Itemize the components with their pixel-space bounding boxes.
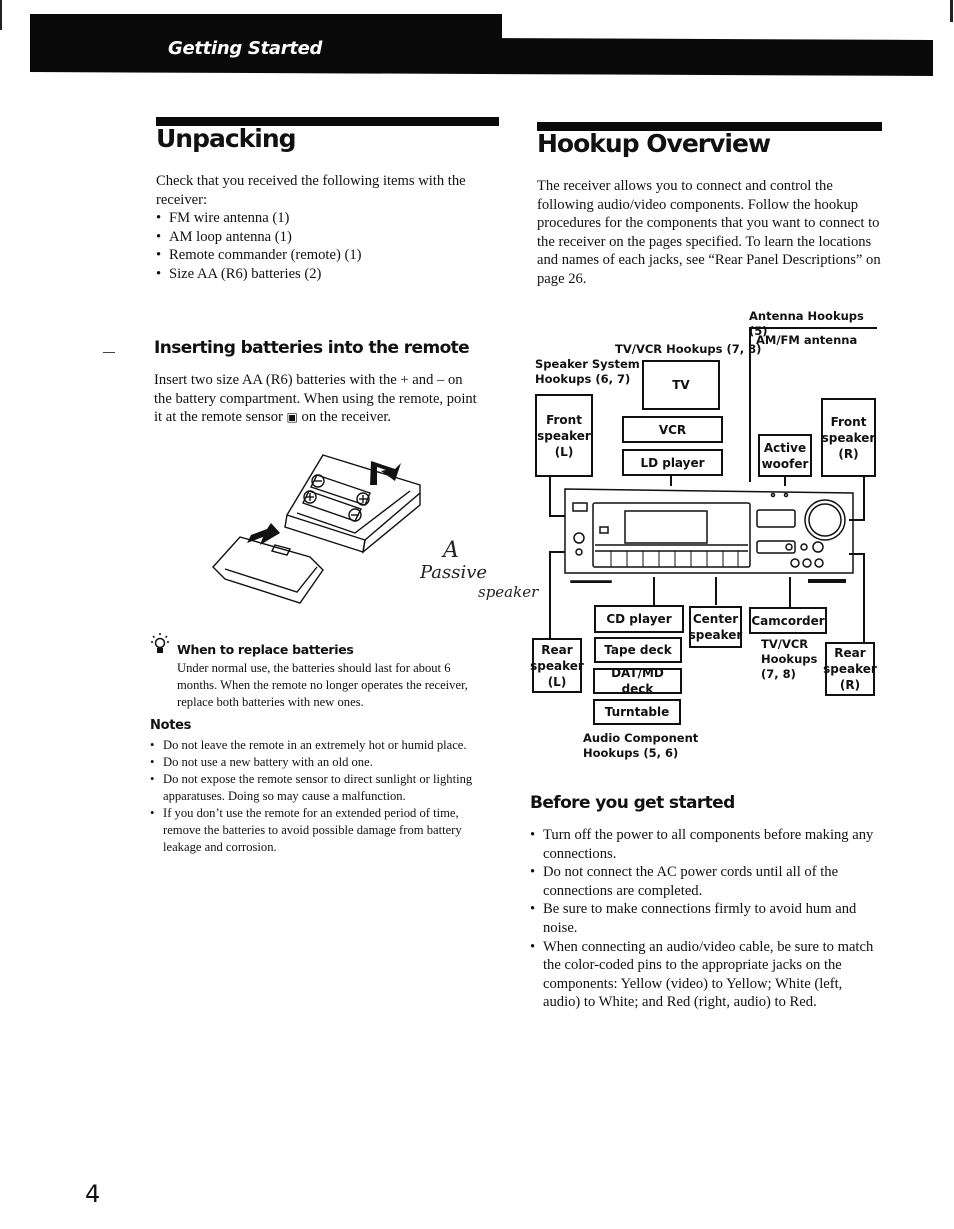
box-label: Center (692, 612, 739, 626)
box-label: Rear (541, 642, 573, 657)
tip-text: Under normal use, the batteries should l… (177, 661, 468, 709)
speaker-system-hookups-label: Speaker System Hookups (6, 7) (535, 357, 640, 387)
antenna-line (749, 327, 877, 329)
tv-vcr-hookups-bottom-label: TV/VCR Hookups (7, 8) (761, 637, 817, 682)
list-item: Do not leave the remote in an extremely … (150, 737, 495, 754)
unpacking-title: Unpacking (156, 124, 297, 153)
battery (310, 474, 371, 506)
connector-line (549, 551, 551, 639)
notes-list: Do not leave the remote in an extremely … (150, 737, 495, 856)
connector-line (549, 477, 551, 517)
batteries-title: Inserting batteries into the remote (154, 338, 470, 358)
box-label: Active (763, 440, 807, 455)
hookup-title: Hookup Overview (537, 129, 771, 158)
batteries-text-part2: on the receiver. (301, 409, 392, 426)
list-item: AM loop antenna (1) (156, 228, 496, 247)
connector-line (789, 577, 791, 607)
list-item: Do not expose the remote sensor to direc… (150, 771, 495, 805)
list-item: Turn off the power to all components bef… (530, 826, 875, 863)
receiver-illustration (564, 488, 854, 583)
rear-speaker-left-box: Rear speaker (L) (530, 638, 584, 693)
list-item: Do not use a new battery with an old one… (150, 754, 495, 771)
unpacking-section: Check that you received the following it… (156, 172, 496, 284)
insert-arrow-icon (370, 461, 401, 485)
header-banner (30, 36, 933, 76)
label-line: Hookups (5, 6) (583, 746, 679, 760)
box-label: speaker (823, 662, 877, 676)
label-line: Audio Component (583, 731, 699, 745)
scan-edge-left (0, 0, 2, 30)
box-label: speaker (688, 628, 743, 642)
connector-line (715, 577, 717, 605)
connector-line (653, 577, 655, 605)
ld-player-box: LD player (622, 449, 723, 476)
box-label: (L) (547, 674, 567, 689)
list-item: Be sure to make connections firmly to av… (530, 900, 875, 937)
box-label: Front (830, 414, 867, 429)
dat-md-deck-box: DAT/MD deck (593, 666, 682, 696)
handwritten-note-line1: A (443, 538, 459, 563)
front-speaker-right-box: Front speaker (R) (821, 398, 876, 477)
batteries-text: Insert two size AA (R6) batteries with t… (154, 371, 484, 427)
tv-box: TV (642, 360, 720, 410)
connector-line (863, 553, 865, 643)
hookup-intro: The receiver allows you to connect and c… (537, 178, 881, 287)
label-line: TV/VCR (761, 637, 809, 651)
before-start-list: Turn off the power to all components bef… (530, 826, 875, 1012)
unpacking-intro: Check that you received the following it… (156, 173, 466, 208)
turntable-box: Turntable (593, 699, 681, 725)
notes-title: Notes (150, 718, 192, 733)
tv-vcr-hookups-label: TV/VCR Hookups (7, 8) (615, 342, 762, 356)
active-woofer-box: Active woofer (758, 434, 812, 477)
page-number: 4 (85, 1180, 101, 1208)
connector-line (549, 551, 565, 553)
box-label: (R) (838, 446, 859, 461)
camcorder-box: Camcorder (749, 607, 827, 634)
lightbulb-tip-icon (151, 633, 169, 653)
list-item: Remote commander (remote) (1) (156, 246, 496, 265)
label-line: Speaker System (535, 357, 640, 371)
tip-title: When to replace batteries (177, 642, 354, 657)
vcr-box: VCR (622, 416, 723, 443)
list-item: Size AA (R6) batteries (2) (156, 265, 496, 284)
unpacking-list: FM wire antenna (1) AM loop antenna (1) … (156, 209, 496, 283)
remote-sensor-icon: ▣ (286, 410, 298, 425)
list-item: When connecting an audio/video cable, be… (530, 938, 875, 1012)
box-label: (R) (839, 678, 861, 692)
margin-mark (103, 352, 115, 353)
center-speaker-box: Center speaker (689, 606, 742, 648)
list-item: If you don’t use the remote for an exten… (150, 805, 495, 856)
handwritten-note-line2: Passive (420, 562, 488, 583)
scan-edge-right (950, 0, 953, 22)
tape-deck-box: Tape deck (594, 637, 682, 663)
label-line: (7, 8) (761, 667, 796, 681)
box-label: Front (546, 412, 582, 427)
box-label: speaker (537, 428, 591, 443)
front-speaker-left-box: Front speaker (L) (535, 394, 593, 477)
before-start-title: Before you get started (530, 793, 735, 813)
box-label: speaker (530, 658, 584, 673)
section-title: Getting Started (168, 38, 323, 59)
label-line: Hookups (6, 7) (535, 372, 631, 386)
list-item: FM wire antenna (1) (156, 209, 496, 228)
remote-battery-illustration (212, 454, 421, 604)
connector-line (863, 477, 865, 521)
list-item: Do not connect the AC power cords until … (530, 863, 875, 900)
am-fm-antenna-label: AM/FM antenna (756, 333, 858, 347)
cd-player-box: CD player (594, 605, 684, 633)
box-label: (L) (554, 444, 574, 459)
box-label: speaker (821, 430, 876, 445)
remove-arrow-icon (247, 523, 280, 545)
audio-component-hookups-label: Audio Component Hookups (5, 6) (583, 731, 698, 761)
box-label: Rear (834, 646, 866, 660)
label-line: Hookups (761, 652, 818, 666)
hookup-diagram: Antenna Hookups (5) AM/FM antenna TV/VCR… (527, 305, 877, 765)
battery (302, 490, 362, 522)
rear-speaker-right-box: Rear speaker (R) (823, 642, 877, 696)
box-label: woofer (761, 456, 809, 471)
